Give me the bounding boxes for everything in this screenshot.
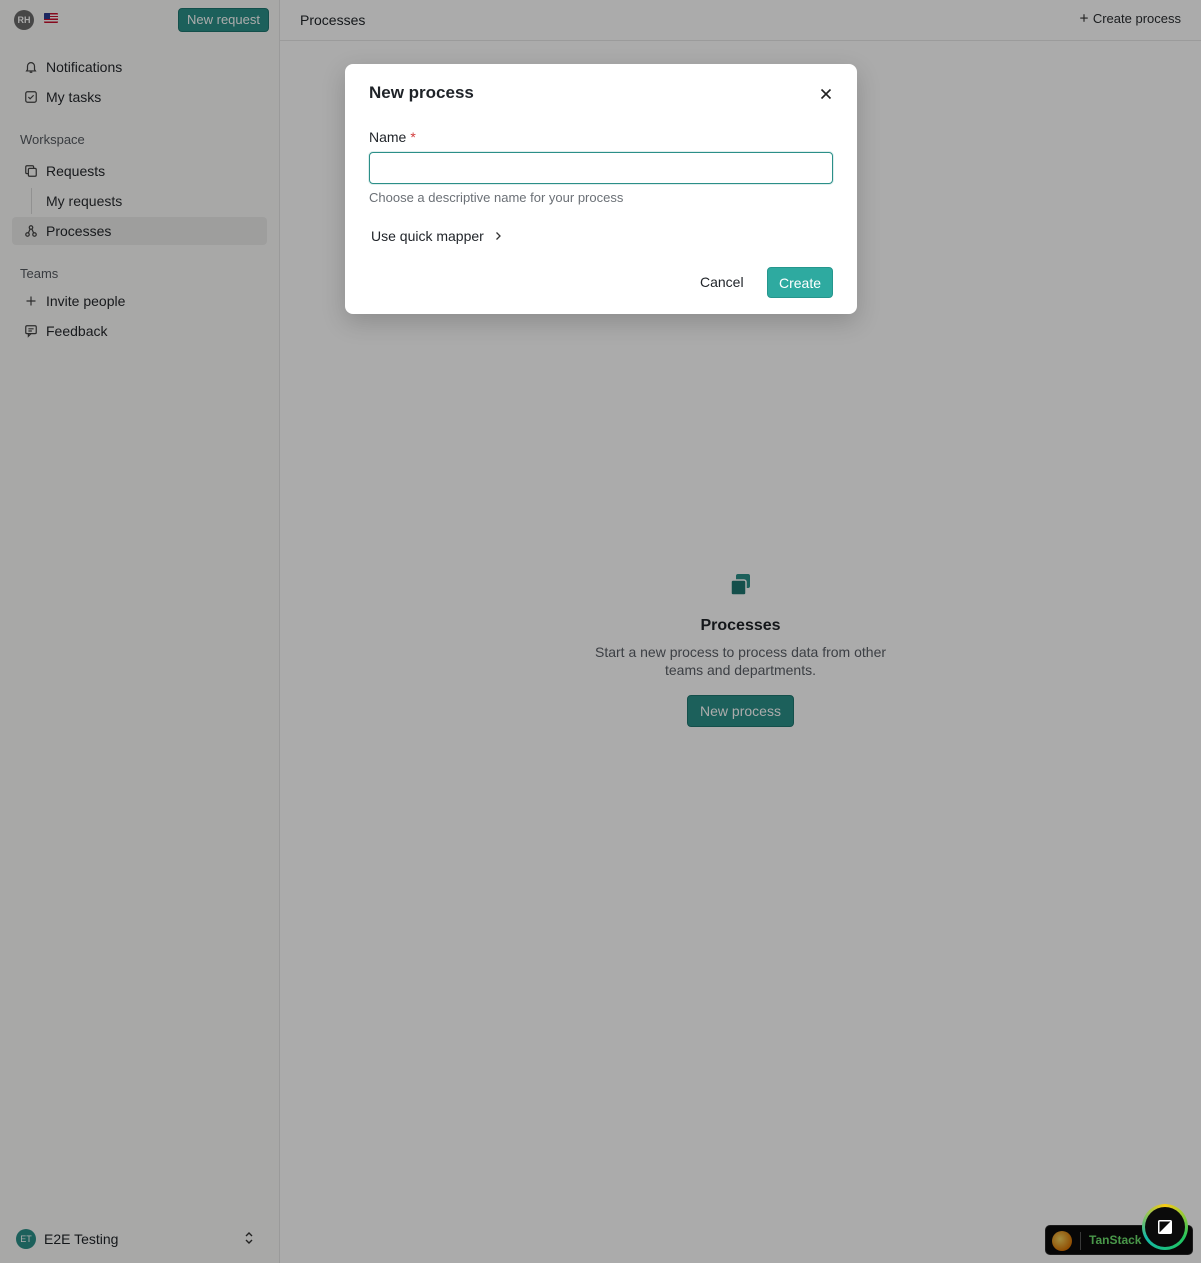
quick-mapper-label: Use quick mapper	[371, 228, 484, 244]
devtools-panel-icon	[1145, 1207, 1185, 1247]
cancel-button[interactable]: Cancel	[690, 267, 754, 298]
devtools-floating-button[interactable]	[1142, 1204, 1188, 1250]
name-field-label: Name *	[369, 129, 416, 145]
chevron-right-icon	[494, 228, 502, 244]
new-process-dialog: New process Name * Choose a descriptive n…	[345, 64, 857, 314]
dialog-title: New process	[369, 83, 474, 102]
process-name-input[interactable]	[369, 152, 833, 184]
close-icon[interactable]	[817, 85, 835, 103]
create-button[interactable]: Create	[767, 267, 833, 298]
name-field-help: Choose a descriptive name for your proce…	[369, 190, 624, 205]
required-indicator: *	[410, 129, 416, 145]
name-label-text: Name	[369, 129, 407, 145]
quick-mapper-toggle[interactable]: Use quick mapper	[371, 228, 502, 244]
